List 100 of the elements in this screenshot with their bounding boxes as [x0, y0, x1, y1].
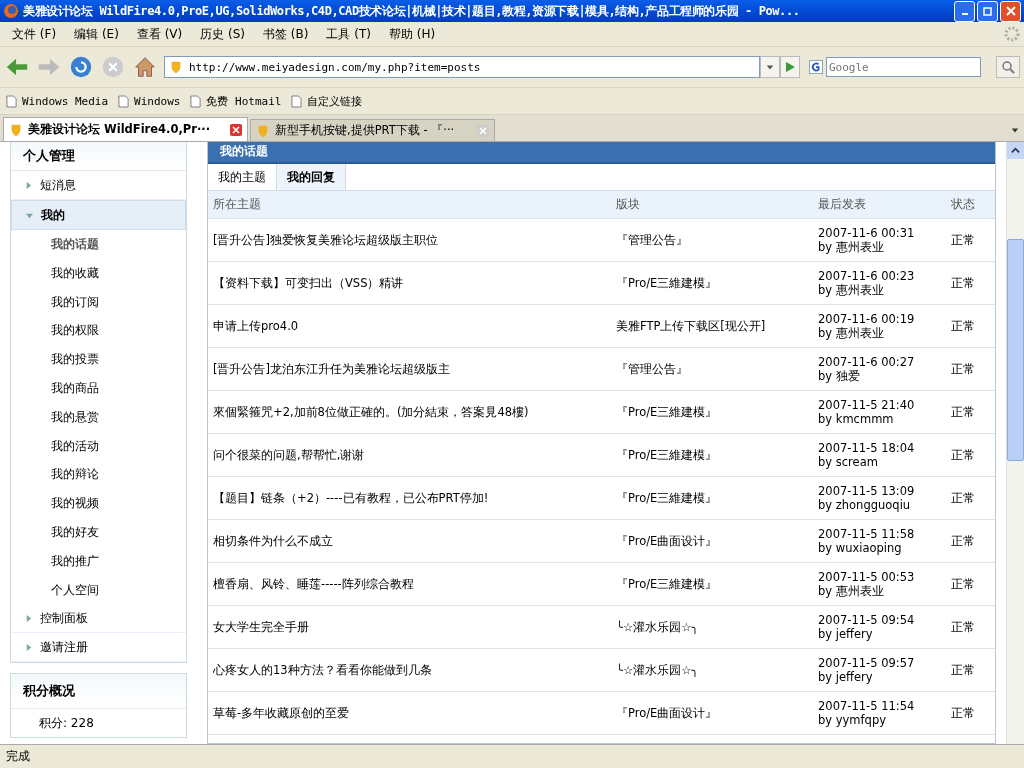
author-link[interactable]: by wuxiaoping [818, 541, 951, 555]
search-engine-button[interactable] [806, 57, 826, 77]
sidebar-item[interactable]: 我的 [11, 200, 186, 230]
bookmark-link[interactable]: Windows [134, 94, 181, 108]
status-text: 正常 [951, 231, 976, 249]
post-time: 2007-11-5 18:04 [818, 441, 916, 455]
forum-link[interactable]: 『Pro/E三維建模』 [616, 447, 818, 463]
forum-link[interactable]: 『Pro/E曲面设计』 [616, 533, 818, 549]
author-link[interactable]: by yymfqpy [818, 713, 951, 727]
search-button[interactable] [996, 56, 1020, 78]
menu-item[interactable]: 历史 (S) [192, 25, 254, 43]
status-text: 正常 [951, 489, 976, 507]
address-field[interactable]: http://www.meiyadesign.com/my.php?item=posts [164, 56, 760, 78]
sidebar-subitem[interactable]: 我的权限 [11, 316, 186, 346]
sidebar-subitem[interactable]: 我的收藏 [11, 258, 186, 288]
sidebar-subitem[interactable]: 我的活动 [11, 431, 186, 461]
post-time: 2007-11-5 11:54 [818, 699, 916, 713]
browser-tab[interactable]: 美雅设计论坛 WildFire4.0,Pr··· [3, 117, 248, 141]
post-time: 2007-11-6 00:27 [818, 354, 916, 369]
topic-link[interactable]: 草莓-多年收藏原创的至爱 [208, 705, 616, 721]
author-link[interactable]: by 独爱 [818, 368, 951, 384]
search-icon [1001, 60, 1015, 74]
menu-item[interactable]: 书签 (B) [255, 25, 317, 43]
forum-link[interactable]: 『Pro/E三維建模』 [616, 275, 818, 291]
bookmark-link[interactable]: 免费 Hotmail [206, 93, 282, 109]
forum-link[interactable]: 美雅FTP上传下载区[现公开] [616, 318, 818, 334]
shield-icon [9, 122, 23, 137]
maximize-button[interactable] [977, 0, 998, 22]
forum-link[interactable]: 『Pro/E三維建模』 [616, 576, 818, 592]
status-text: 正常 [951, 661, 976, 679]
author-link[interactable]: by 惠州表业 [818, 325, 951, 341]
play-arrow-icon [784, 61, 796, 73]
forum-link[interactable]: 『管理公告』 [616, 232, 818, 248]
topic-link[interactable]: 相切条件为什么不成立 [208, 533, 616, 549]
author-link[interactable]: by jeffery [818, 627, 951, 641]
page-icon [291, 94, 303, 108]
bookmark-link[interactable]: Windows Media [22, 94, 109, 108]
topic-link[interactable]: 來個緊箍咒+2,加前8位做正確的。(加分結束，答案見48樓) [208, 404, 616, 420]
sidebar-subitem[interactable]: 我的辩论 [11, 460, 186, 490]
topic-link[interactable]: 问个很菜的问题,帮帮忙,谢谢 [208, 447, 616, 463]
sidebar-subitem[interactable]: 我的商品 [11, 374, 186, 403]
tab[interactable]: 我的回复 [276, 164, 346, 190]
topic-link[interactable]: 【题目】链条（+2）----已有教程，已公布PRT停加! [208, 490, 616, 506]
triangle-icon [25, 614, 32, 622]
sidebar-subitem[interactable]: 我的话题 [11, 230, 186, 259]
sidebar-item[interactable]: 控制面板 [11, 604, 186, 634]
topic-link[interactable]: 申请上传pro4.0 [208, 318, 616, 334]
reload-icon[interactable] [68, 54, 94, 80]
search-engine-icon [809, 60, 823, 74]
topic-link[interactable]: [晋升公告]独爱恢复美雅论坛超级版主职位 [208, 232, 616, 248]
page-icon [190, 94, 202, 108]
bookmark-link[interactable]: 自定义链接 [307, 93, 363, 109]
forum-link[interactable]: 『管理公告』 [616, 361, 818, 377]
sidebar-subitem[interactable]: 个人空间 [11, 575, 186, 605]
post-time: 2007-11-6 00:31 [818, 225, 916, 240]
home-icon[interactable] [132, 54, 158, 80]
author-link[interactable]: by 惠州表业 [818, 239, 951, 255]
sidebar-subitem[interactable]: 我的订阅 [11, 287, 186, 317]
go-button[interactable] [780, 56, 800, 78]
column-header: 版块 [616, 197, 641, 212]
topic-link[interactable]: 檀香扇、风铃、睡莲-----阵列综合教程 [208, 576, 616, 592]
tab[interactable]: 我的主题 [208, 164, 276, 190]
topic-link[interactable]: [晋升公告]龙泊东江升任为美雅论坛超级版主 [208, 361, 616, 377]
search-field[interactable]: Google [826, 57, 981, 77]
sidebar-subitem[interactable]: 我的投票 [11, 345, 186, 374]
sidebar-subitem[interactable]: 我的视频 [11, 489, 186, 518]
author-link[interactable]: by kmcmmm [818, 412, 951, 426]
author-link[interactable]: by 惠州表业 [818, 282, 951, 298]
dropdown-button[interactable] [760, 56, 780, 78]
forum-link[interactable]: 『Pro/E三維建模』 [616, 404, 818, 420]
sidebar-subitem[interactable]: 我的悬赏 [11, 402, 186, 432]
author-link[interactable]: by jeffery [818, 670, 951, 684]
panel-title: 个人管理 [11, 142, 186, 171]
sidebar-item[interactable]: 邀请注册 [11, 633, 186, 663]
browser-tab[interactable]: 新型手机按键,提供PRT下载 - 『··· [250, 119, 495, 141]
post-time: 2007-11-5 13:09 [818, 484, 916, 498]
topic-link[interactable]: 女大学生完全手册 [208, 619, 616, 635]
shield-icon [169, 60, 183, 74]
menu-item[interactable]: 文件 (F) [4, 25, 65, 43]
tab-close-icon[interactable] [230, 123, 242, 136]
forum-link[interactable]: 『Pro/E曲面设计』 [616, 705, 818, 721]
sidebar-subitem[interactable]: 我的推广 [11, 546, 186, 576]
minimize-button[interactable] [954, 0, 975, 22]
close-button[interactable] [1000, 0, 1021, 22]
menu-item[interactable]: 帮助 (H) [381, 25, 444, 43]
menu-item[interactable]: 查看 (V) [128, 25, 191, 43]
window-title: 美雅设计论坛 WildFire4.0,ProE,UG,SolidWorks,C4D,CAD技术论坛|机械|技术|题目,教程,资源下载|模具,结构,产品工程师的乐园 - Pow... [23, 2, 801, 20]
forum-link[interactable]: ╰☆灌水乐园☆╮ [616, 662, 818, 678]
forum-link[interactable]: 『Pro/E三維建模』 [616, 490, 818, 506]
topic-link[interactable]: 心疼女人的13种方法？看看你能做到几条 [208, 662, 616, 678]
sidebar-subitem[interactable]: 我的好友 [11, 517, 186, 547]
author-link[interactable]: by 惠州表业 [818, 583, 951, 599]
topic-link[interactable]: 【资料下载】可变扫出（VSS）精讲 [208, 275, 616, 291]
menu-item[interactable]: 工具 (T) [318, 25, 379, 43]
maximize-icon [982, 6, 993, 16]
forum-link[interactable]: ╰☆灌水乐园☆╮ [616, 619, 818, 635]
scrollbar[interactable] [1006, 142, 1024, 744]
menu-item[interactable]: 编辑 (E) [66, 25, 127, 43]
author-link[interactable]: by zhongguoqiu [818, 498, 951, 512]
author-link[interactable]: by scream [818, 455, 951, 469]
